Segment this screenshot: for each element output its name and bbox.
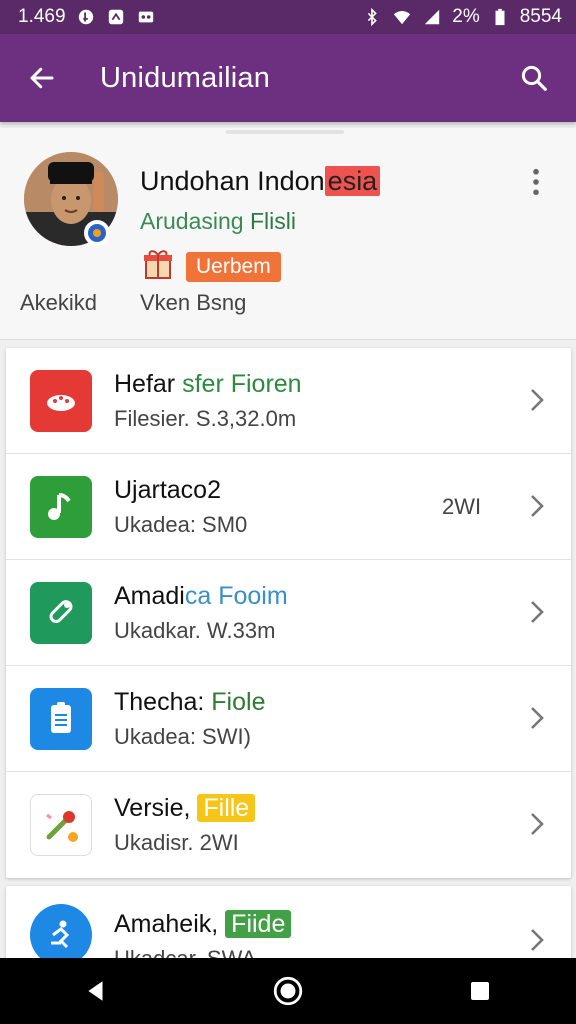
app-bar: Unidumailian — [0, 34, 576, 122]
status-bar: 1.469 2% 8554 — [0, 0, 576, 34]
document-icon — [30, 688, 92, 750]
list-item[interactable]: Versie, Fille Ukadisr. 2WI — [6, 772, 571, 878]
drag-handle[interactable] — [226, 130, 344, 134]
profile-subtitle-b: Flisli — [249, 208, 296, 234]
list-item-meta: 2WI — [442, 494, 482, 519]
list-item-title-a: Hefar — [114, 370, 183, 398]
more-options-button[interactable] — [520, 162, 552, 202]
list-item[interactable]: Amadica Fooim Ukadkar. W.33m — [6, 560, 571, 666]
list-item-title: Versie, Fille — [114, 794, 256, 823]
signal-icon — [422, 8, 442, 26]
bluetooth-icon — [362, 8, 382, 26]
search-button[interactable] — [512, 56, 556, 100]
paperclip-icon — [30, 582, 92, 644]
list-item-subtitle: Ukadisr. 2WI — [114, 830, 239, 855]
list-item-subtitle: Ukadkar. W.33m — [114, 618, 276, 643]
cloud-food-icon — [30, 370, 92, 432]
chevron-right-icon — [531, 495, 544, 517]
gift-box-icon — [140, 246, 176, 287]
list-item-title-a: Versie, — [114, 794, 198, 822]
list-item-title: Hefar sfer Fioren — [114, 370, 302, 399]
nav-recents-button[interactable] — [450, 966, 510, 1016]
chevron-right-icon — [531, 389, 544, 411]
wifi-icon — [392, 8, 412, 26]
status-extra: 8554 — [519, 6, 562, 27]
circle-home-icon — [273, 976, 303, 1006]
status-badge[interactable]: Uerbem — [186, 251, 281, 282]
list-item-subtitle: Ukadea: SM0 — [114, 512, 248, 537]
profile-footer-mid: Vken Bsng — [140, 290, 247, 315]
list-item-subtitle: Ukadea: SWI) — [114, 724, 251, 749]
chevron-right-icon — [531, 813, 544, 835]
list-item-title-b: Fiole — [211, 688, 266, 716]
chevron-right-icon — [531, 707, 544, 729]
search-icon — [521, 65, 547, 91]
battery-icon — [490, 8, 510, 26]
profile-card: Undohan Indon esia Arudasing Flisli Uerbe… — [0, 128, 576, 340]
back-button[interactable] — [20, 56, 64, 100]
battery-percent: 2% — [452, 6, 480, 27]
list-item[interactable]: Hefar sfer Fioren Filesier. S.3,32.0m — [6, 348, 571, 454]
profile-subtitle: Arudasing Flisli — [140, 208, 296, 235]
notification-icon — [76, 8, 96, 26]
page-title: Unidumailian — [100, 61, 271, 94]
list-item-title: Amaheik, Fiide — [114, 910, 292, 939]
file-list: Hefar sfer Fioren Filesier. S.3,32.0m Uj… — [6, 348, 571, 878]
more-vert-icon — [533, 168, 539, 196]
list-item-title-a: Thecha: — [114, 688, 212, 716]
profile-name-main: Undohan Indon — [140, 166, 325, 196]
profile-name-highlight: esia — [324, 166, 381, 196]
badge-row: Uerbem — [140, 246, 281, 287]
accessibility-icon — [30, 904, 92, 966]
system-nav-bar — [0, 958, 576, 1024]
music-note-icon — [30, 476, 92, 538]
square-recents-icon — [471, 982, 489, 1000]
message-notification-icon — [136, 8, 156, 26]
nav-back-button[interactable] — [66, 966, 126, 1016]
list-item-title-b: sfer Fioren — [182, 370, 302, 398]
list-item-subtitle: Filesier. S.3,32.0m — [114, 406, 297, 431]
list-item-title-a: Amadi — [114, 582, 185, 610]
list-item[interactable]: Ujartaco2 Ukadea: SM0 2WI — [6, 454, 571, 560]
chevron-right-icon — [531, 929, 544, 951]
list-item-title: Ujartaco2 — [114, 476, 221, 505]
list-item-tag: Fiide — [225, 910, 292, 938]
list-item-title: Amadica Fooim — [114, 582, 288, 611]
list-item-title-a: Ujartaco2 — [114, 476, 221, 504]
triangle-back-icon — [88, 981, 103, 1001]
profile-subtitle-a: Arudasing — [140, 208, 250, 234]
chevron-right-icon — [531, 601, 544, 623]
nav-home-button[interactable] — [258, 966, 318, 1016]
status-time: 1.469 — [18, 6, 66, 27]
pin-tool-icon — [30, 794, 92, 856]
profile-footer-left: Akekikd — [20, 290, 98, 315]
list-item[interactable]: Thecha: Fiole Ukadea: SWI) — [6, 666, 571, 772]
app-notification-icon — [106, 8, 126, 26]
list-item-tag: Fille — [197, 794, 256, 822]
verified-badge-icon — [84, 220, 110, 246]
list-item-title: Thecha: Fiole — [114, 688, 265, 717]
arrow-back-icon — [30, 67, 54, 89]
list-item-title-b: ca Fooim — [184, 582, 288, 610]
profile-name: Undohan Indon esia — [140, 166, 381, 197]
list-item-title-a: Amaheik, — [114, 910, 226, 938]
